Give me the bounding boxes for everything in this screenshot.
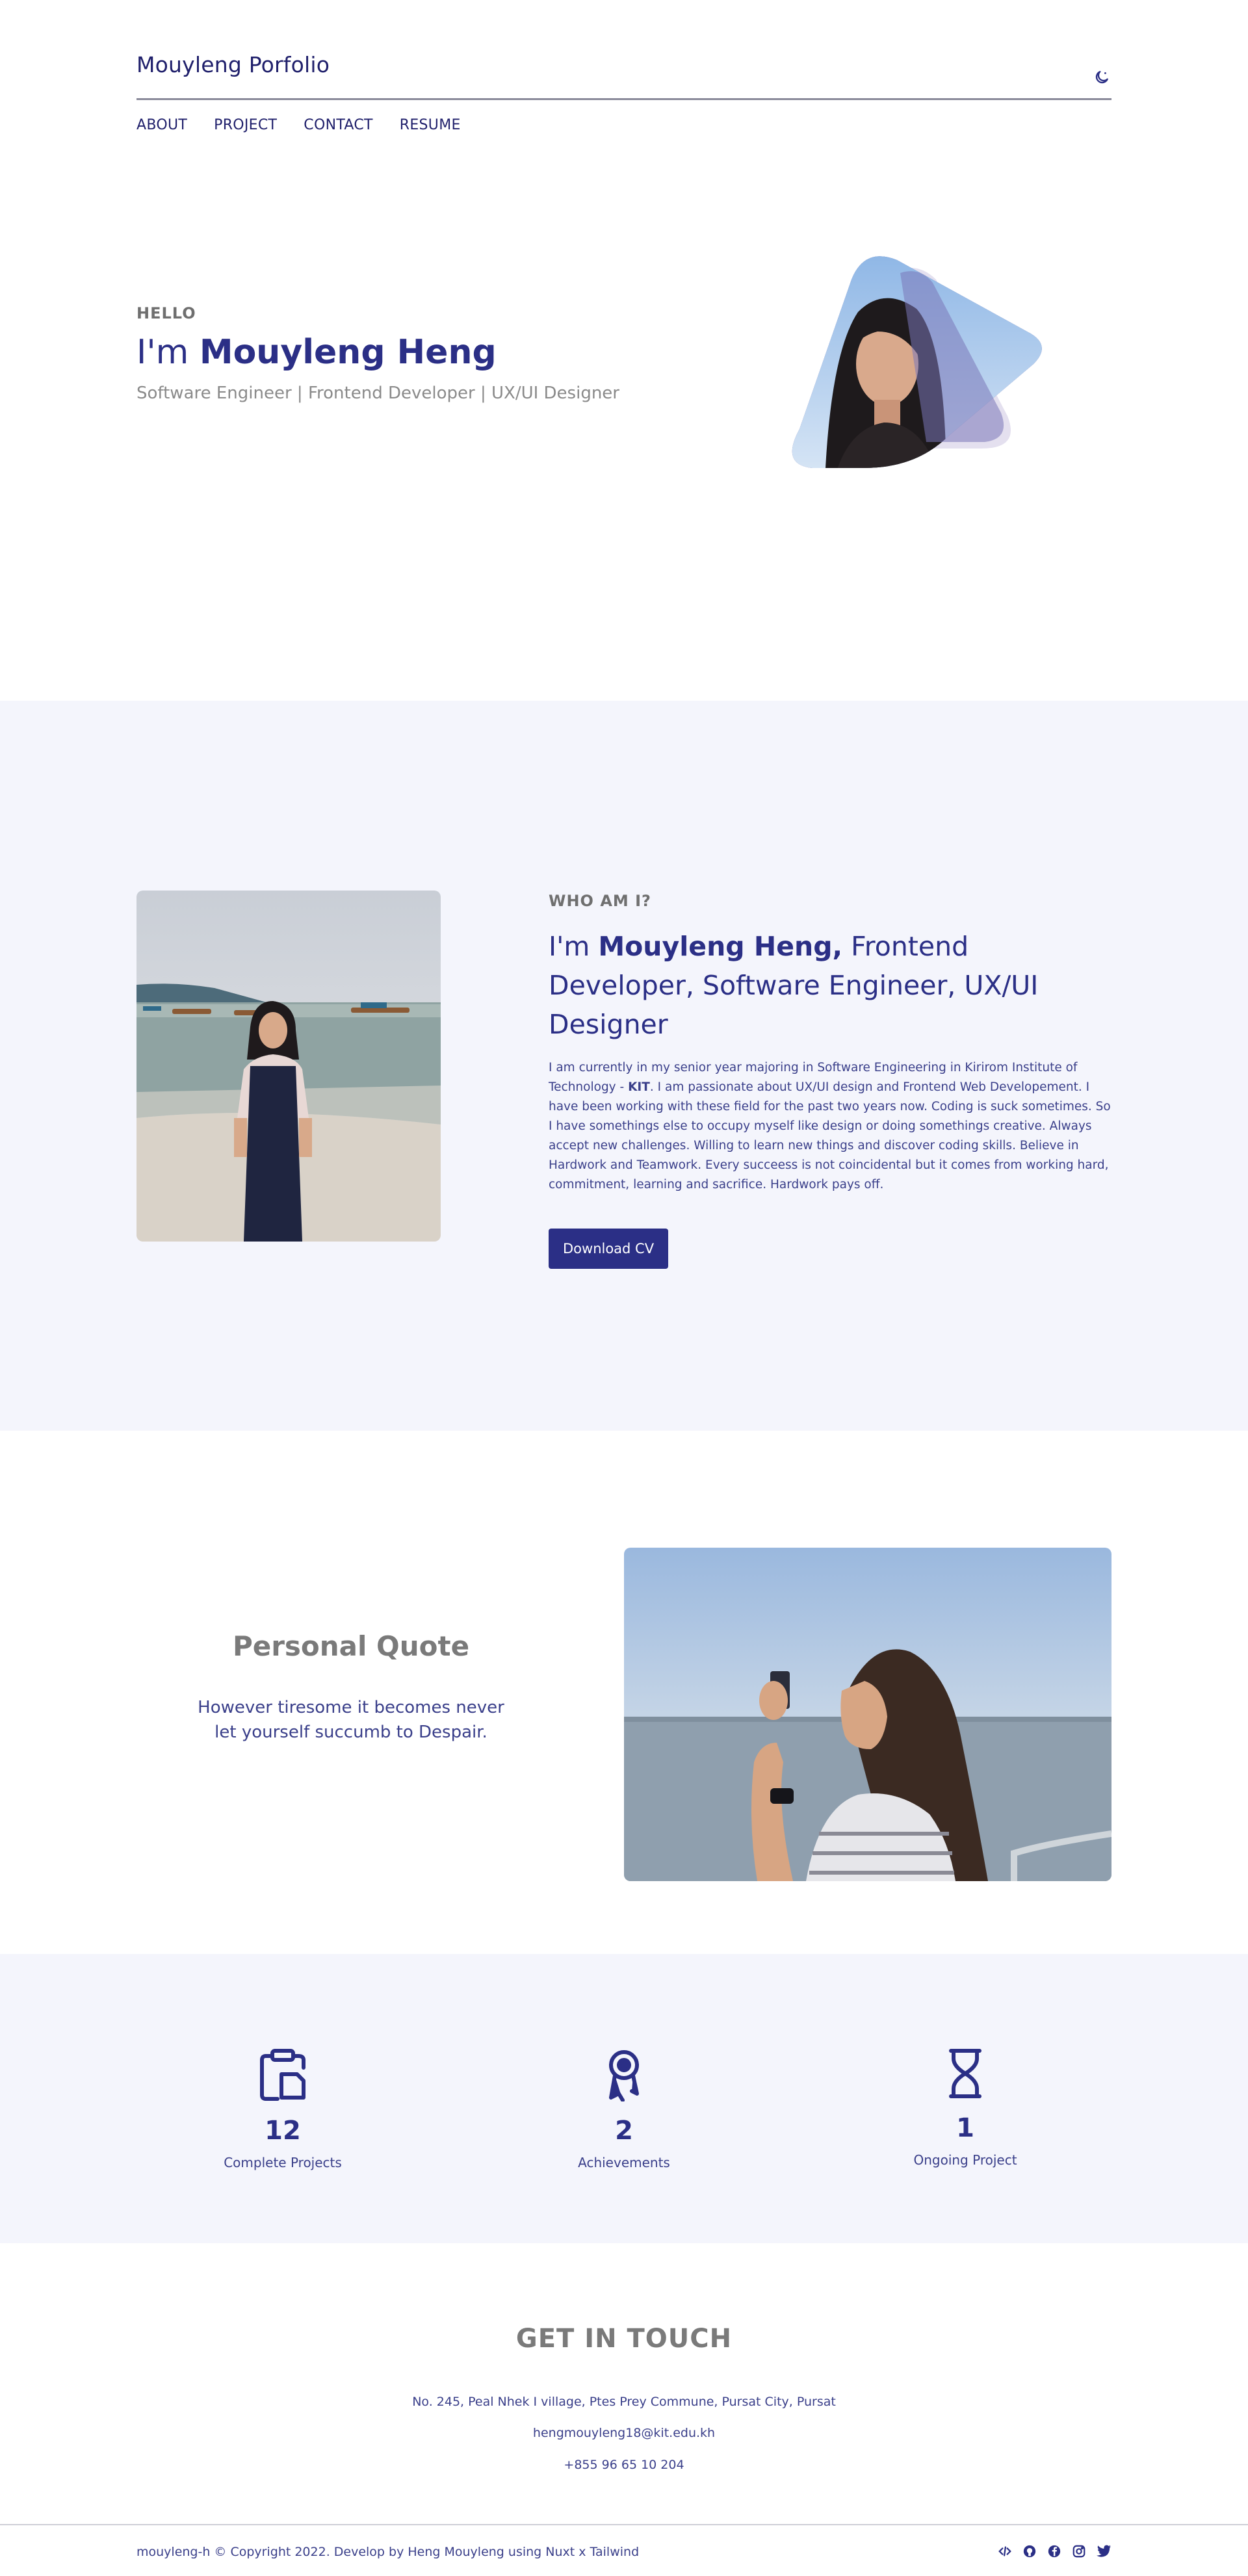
footer-copyright: mouyleng-h © Copyright 2022. Develop by …	[136, 2545, 640, 2559]
site-header: Mouyleng Porfolio ABOUT PROJECT CONTACT …	[136, 0, 1112, 169]
about-name: Mouyleng Heng,	[598, 931, 843, 962]
facebook-icon[interactable]	[1046, 2543, 1062, 2559]
download-cv-button[interactable]: Download CV	[549, 1229, 669, 1269]
clipboard-icon	[260, 2049, 306, 2101]
hero-title-prefix: I'm	[136, 333, 200, 372]
hero-name: Mouyleng Heng	[199, 333, 497, 372]
nav-resume[interactable]: RESUME	[400, 117, 461, 133]
site-footer: mouyleng-h © Copyright 2022. Develop by …	[136, 2525, 1112, 2571]
contact-address: No. 245, Peal Nhek I village, Ptes Prey …	[412, 2395, 836, 2409]
nav-about[interactable]: ABOUT	[136, 117, 187, 133]
contact-section: GET IN TOUCH No. 245, Peal Nhek I villag…	[0, 2243, 1248, 2524]
stat-number: 12	[265, 2116, 301, 2146]
about-body-bold: KIT	[628, 1080, 650, 1094]
hero-subtitle: Software Engineer | Frontend Developer |…	[136, 384, 619, 403]
contact-title: GET IN TOUCH	[515, 2324, 733, 2354]
nav-project[interactable]: PROJECT	[214, 117, 277, 133]
hourglass-icon	[949, 2049, 982, 2098]
contact-email[interactable]: hengmouyleng18@kit.edu.kh	[0, 2426, 1248, 2440]
moon-icon	[1095, 71, 1108, 84]
site-brand[interactable]: Mouyleng Porfolio	[136, 52, 330, 77]
about-text: WHO AM I? I'm Mouyleng Heng, Frontend De…	[549, 891, 1112, 1269]
stat-complete-projects: 12 Complete Projects	[185, 2048, 380, 2170]
award-icon	[609, 2050, 639, 2101]
hero-portrait	[792, 256, 1042, 469]
about-photo	[136, 891, 441, 1242]
stats-section: 12 Complete Projects 2 Achievements 1 On…	[0, 1954, 1248, 2243]
stat-number: 2	[615, 2116, 633, 2146]
about-title-prefix: I'm	[549, 931, 599, 962]
twitter-icon[interactable]	[1096, 2543, 1112, 2559]
about-body-part2: . I am passionate about UX/UI design and…	[549, 1080, 1111, 1191]
quote-section: Personal Quote However tiresome it becom…	[136, 1431, 1112, 1954]
nav-contact[interactable]: CONTACT	[304, 117, 372, 133]
github-icon[interactable]	[1022, 2543, 1037, 2559]
header-divider	[136, 98, 1112, 100]
quote-photo	[624, 1548, 1112, 1881]
hero-title: I'm Mouyleng Heng	[136, 333, 497, 372]
main-nav: ABOUT PROJECT CONTACT RESUME	[136, 117, 461, 133]
about-body: I am currently in my senior year majorin…	[549, 1058, 1112, 1195]
dark-mode-toggle[interactable]	[1092, 68, 1112, 87]
stat-ongoing-project: 1 Ongoing Project	[868, 2048, 1063, 2168]
stat-label: Achievements	[578, 2155, 670, 2170]
stat-label: Complete Projects	[224, 2155, 342, 2170]
about-title: I'm Mouyleng Heng, Frontend Developer, S…	[549, 927, 1112, 1044]
quote-text: However tiresome it becomes never let yo…	[198, 1698, 504, 1742]
hero-section: HELLO I'm Mouyleng Heng Software Enginee…	[136, 169, 1112, 701]
stat-label: Ongoing Project	[913, 2152, 1017, 2168]
about-label: WHO AM I?	[549, 892, 651, 910]
contact-phone[interactable]: +855 96 65 10 204	[0, 2458, 1248, 2472]
hero-greeting: HELLO	[136, 304, 196, 322]
quote-title: Personal Quote	[232, 1630, 470, 1662]
social-links	[997, 2543, 1112, 2559]
about-section: WHO AM I? I'm Mouyleng Heng, Frontend De…	[0, 701, 1248, 1431]
instagram-icon[interactable]	[1071, 2543, 1087, 2559]
stat-number: 1	[956, 2113, 974, 2143]
stat-achievements: 2 Achievements	[526, 2048, 722, 2170]
code-icon[interactable]	[997, 2543, 1013, 2559]
